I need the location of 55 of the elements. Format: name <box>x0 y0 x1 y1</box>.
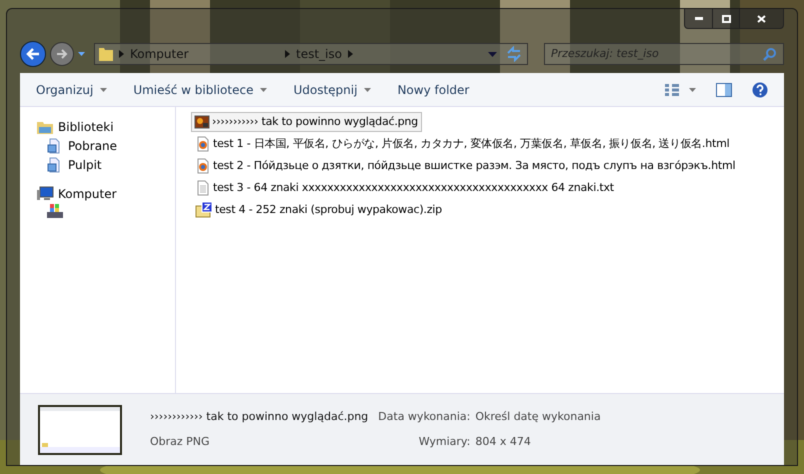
file-item[interactable]: ››››››››››› tak to powinno wyglądać.png <box>191 112 422 132</box>
file-item[interactable]: test 3 - 64 znaki xxxxxxxxxxxxxxxxxxxxxxxxxxxxxxxxxxxxxxx 64 znaki.txt <box>191 178 619 198</box>
toolbar-button[interactable]: Udostępnij <box>293 80 372 98</box>
address-bar[interactable]: Komputer test_iso <box>94 43 528 65</box>
file-item[interactable]: test 1 - 日本国, 平仮名, ひらがな, 片仮名, カタカナ, 変体仮名, 万葉仮名, 草仮名, 振り仮名, 送り仮名.html <box>191 134 734 154</box>
caret-icon <box>100 88 108 92</box>
close-icon <box>757 14 766 22</box>
refresh-icon <box>505 46 523 62</box>
document-icon <box>46 138 62 154</box>
toolbar-button[interactable]: Umieść w bibliotece <box>133 80 268 98</box>
search-icon <box>763 47 777 61</box>
file-item[interactable]: test 2 - Пóйдзьце о дзятки, пóйдзьце вшистке разэм. За място, подъ слупъ на взгóрэкъ.html <box>191 156 740 176</box>
caret-icon <box>78 52 85 56</box>
help-icon <box>752 82 768 98</box>
archive-file-icon <box>195 202 213 218</box>
property-value[interactable]: Określ datę wykonania <box>475 409 601 426</box>
document-icon <box>46 156 62 172</box>
sidebar-item[interactable]: Pobrane <box>36 136 175 155</box>
minimize-icon <box>694 17 702 20</box>
history-dropdown[interactable] <box>78 52 88 56</box>
image-file-icon <box>194 114 210 130</box>
computer-icon <box>36 186 54 202</box>
caret-icon <box>364 88 372 92</box>
property-label: Wymiary: <box>418 434 470 450</box>
file-name: ›››››››››››› tak to powinno wyglądać.png <box>150 409 368 425</box>
view-options-button[interactable] <box>665 84 696 96</box>
toolbar-button[interactable]: Nowy folder <box>397 80 470 98</box>
view-grid-icon <box>665 84 679 96</box>
sidebar-item[interactable]: Komputer <box>36 184 175 203</box>
folder-icon <box>98 46 114 62</box>
caret-icon <box>488 52 497 56</box>
maximize-icon <box>722 14 730 22</box>
sidebar-item[interactable]: Pulpit <box>36 155 175 174</box>
text-file-icon <box>195 180 211 196</box>
property-label: Data wykonania: <box>378 409 470 425</box>
chevron-icon <box>348 50 353 58</box>
chevron-icon <box>119 50 124 58</box>
file-item[interactable]: test 4 - 252 znaki (sprobuj wypakowac).zip <box>191 200 447 220</box>
web-page-file-icon <box>195 136 211 152</box>
sidebar-item[interactable]: Biblioteki <box>36 117 175 136</box>
caret-icon <box>260 88 268 92</box>
caret-icon <box>689 88 696 92</box>
preview-pane-button[interactable] <box>716 82 732 96</box>
search-placeholder: Przeszukaj: test_iso <box>551 46 660 62</box>
toolbar-button[interactable]: Organizuj <box>36 80 108 98</box>
file-type: Obraz PNG <box>150 434 211 450</box>
chevron-icon <box>285 50 290 58</box>
breadcrumb[interactable]: Komputer <box>130 45 189 63</box>
property-value[interactable]: 804 x 474 <box>475 434 601 450</box>
drive-icon <box>46 203 64 219</box>
help-button[interactable] <box>752 82 768 98</box>
pane-icon <box>716 82 732 96</box>
forward-arrow-icon <box>56 49 68 59</box>
back-arrow-icon <box>26 48 40 60</box>
web-page-file-icon <box>195 158 211 174</box>
